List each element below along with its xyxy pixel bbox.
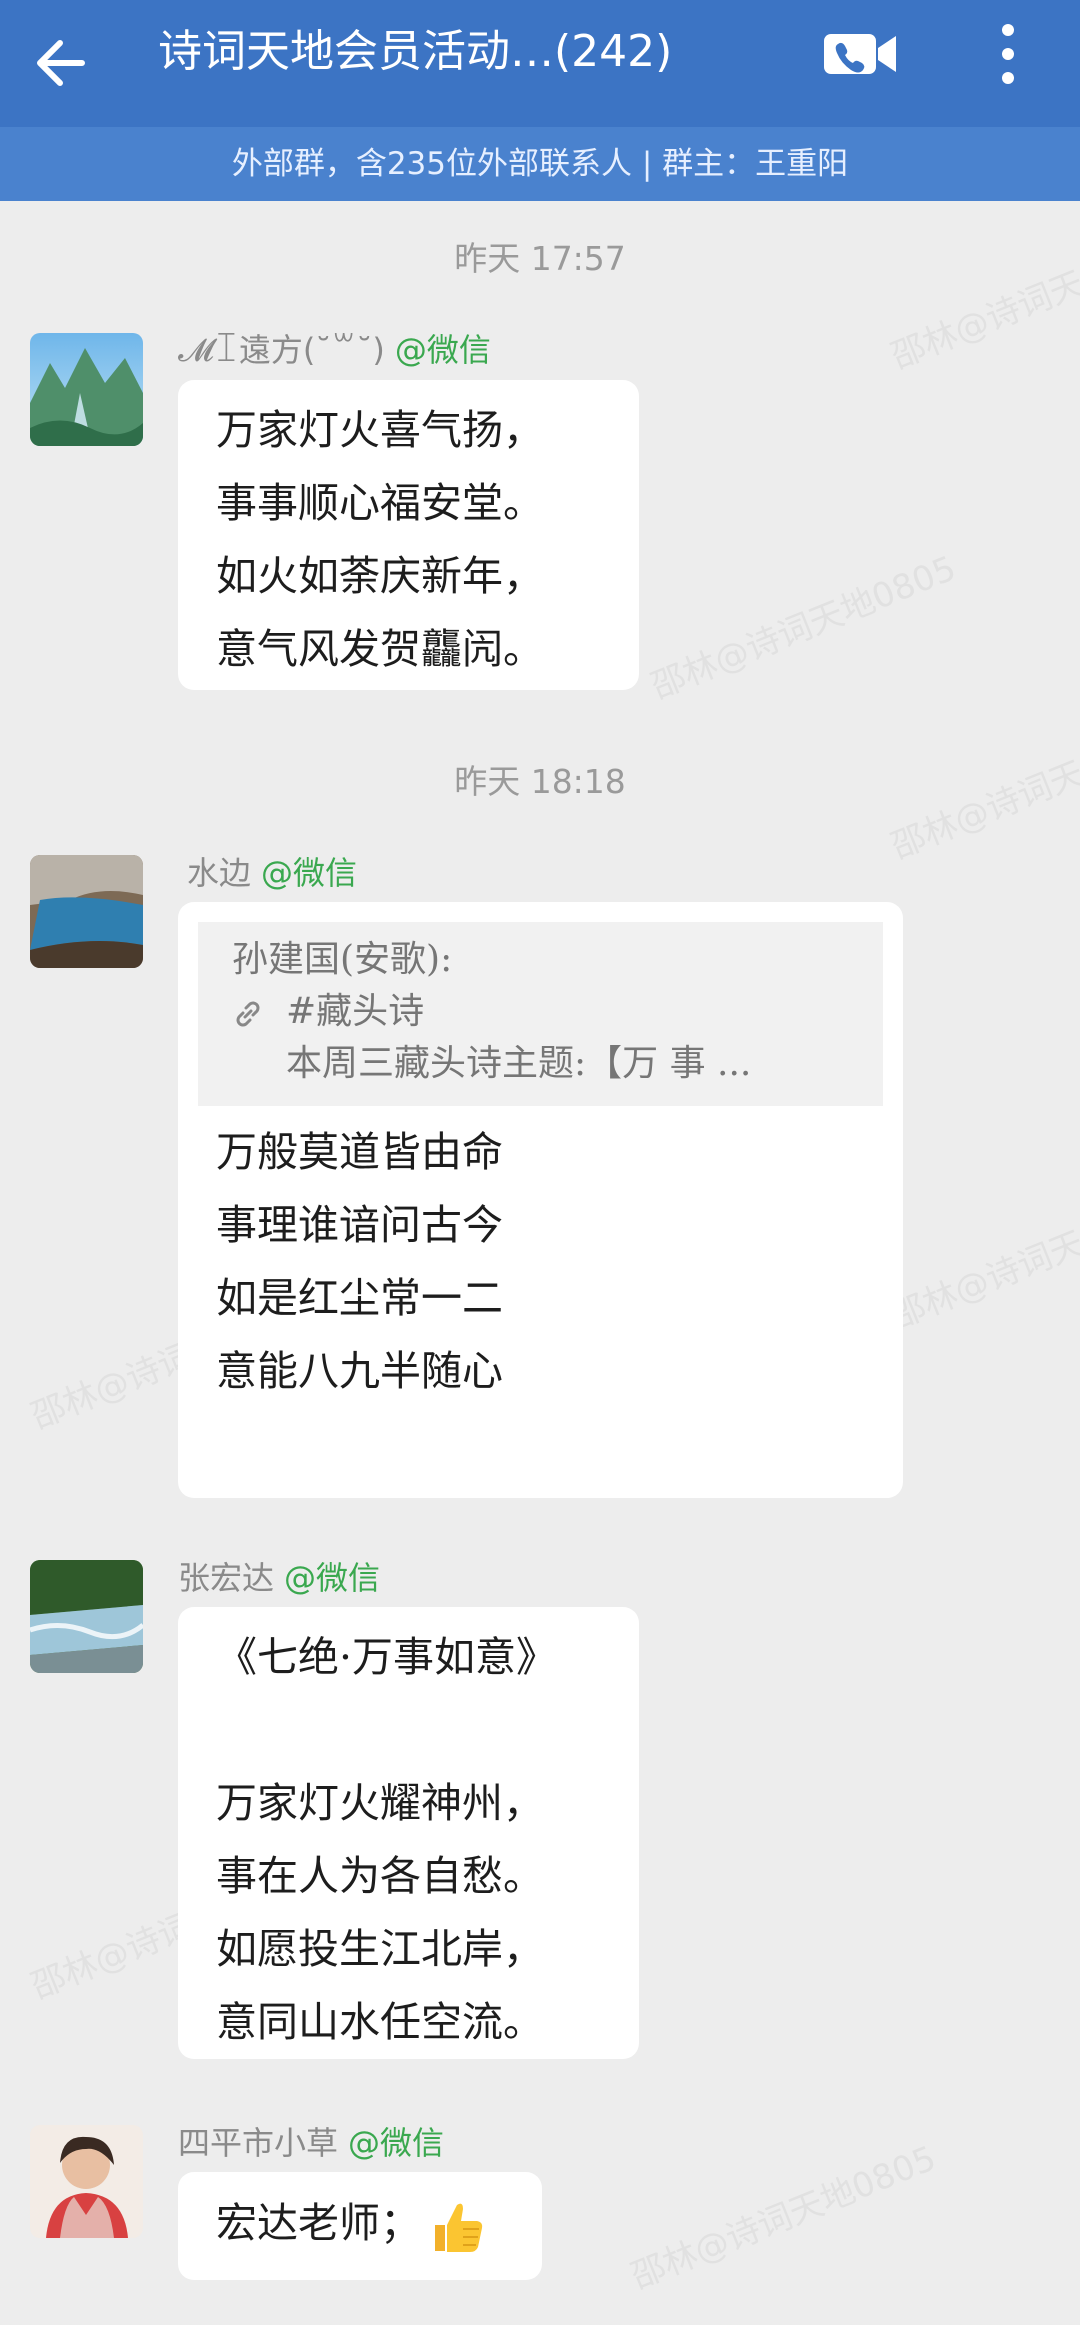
avatar[interactable] xyxy=(30,1560,143,1673)
message-line: 意同山水任空流。 xyxy=(216,1998,544,2046)
wechat-tag: @微信 xyxy=(348,2124,445,2162)
quote-tag-row: #藏头诗 xyxy=(232,986,849,1038)
wechat-tag: @微信 xyxy=(284,1559,381,1597)
watermark: 邵林@诗词天地0805 xyxy=(645,548,962,708)
sender-name-text: 𝓜ꀤ遠方(˘꒳˘) xyxy=(178,331,385,369)
sender-name: 𝓜ꀤ遠方(˘꒳˘) @微信 xyxy=(178,325,491,371)
sender-name-text: 水边 xyxy=(187,854,252,892)
quote-tag: #藏头诗 xyxy=(286,991,425,1032)
message-line: 意能八九半随心 xyxy=(216,1347,503,1395)
watermark: 邵林@诗词天地0805 xyxy=(885,1178,1080,1338)
message-line: 如是红尘常一二 xyxy=(216,1274,503,1322)
message-line: 事在人为各自愁。 xyxy=(216,1852,544,1900)
sender-name-text: 张宏达 xyxy=(178,1559,275,1597)
message-text: 宏达老师； xyxy=(216,2199,421,2247)
link-icon xyxy=(236,1001,260,1027)
message-line: 如火如荼庆新年， xyxy=(216,552,544,600)
message-bubble[interactable]: 孙建国(安歌): #藏头诗 本周三藏头诗主题:【万 事 ... 万般莫道皆由命 … xyxy=(178,902,903,1498)
message-bubble[interactable]: 宏达老师； xyxy=(178,2172,542,2280)
message-line: 宏达老师； xyxy=(216,2187,504,2260)
message-line: 事事顺心福安堂。 xyxy=(216,479,544,527)
message-line: 如愿投生江北岸， xyxy=(216,1925,544,1973)
message-line: 事理谁谙问古今 xyxy=(216,1201,503,1249)
sender-name: 水边 @微信 xyxy=(187,848,357,894)
avatar[interactable] xyxy=(30,855,143,968)
video-call-icon[interactable] xyxy=(822,28,898,80)
more-vertical-icon[interactable] xyxy=(990,22,1026,86)
message-line: 万般莫道皆由命 xyxy=(216,1128,503,1176)
chat-header: 诗词天地会员活动…(242) xyxy=(0,0,1080,127)
quote-preview: 本周三藏头诗主题:【万 事 ... xyxy=(286,1043,752,1084)
group-info-bar[interactable]: 外部群，含235位外部联系人 | 群主：王重阳 xyxy=(0,127,1080,201)
watermark: 邵林@诗词天地0805 xyxy=(625,2138,942,2298)
avatar[interactable] xyxy=(30,2125,143,2238)
back-arrow-icon[interactable] xyxy=(30,28,100,98)
message-line: 《七绝·万事如意》 xyxy=(216,1633,558,1681)
timestamp: 昨天 17:57 xyxy=(454,239,626,278)
message-bubble[interactable]: 《七绝·万事如意》 万家灯火耀神州， 事在人为各自愁。 如愿投生江北岸， 意同山… xyxy=(178,1607,639,2059)
wechat-tag: @微信 xyxy=(394,331,491,369)
quote-author: 孙建国(安歌): xyxy=(232,939,453,980)
wechat-tag: @微信 xyxy=(261,854,358,892)
message-line: 万家灯火喜气扬， xyxy=(216,406,544,454)
quoted-message[interactable]: 孙建国(安歌): #藏头诗 本周三藏头诗主题:【万 事 ... xyxy=(198,922,883,1106)
message-bubble[interactable]: 万家灯火喜气扬， 事事顺心福安堂。 如火如荼庆新年， 意气风发贺龘闶。 xyxy=(178,380,639,690)
message-line: 万家灯火耀神州， xyxy=(216,1779,544,1827)
message-line: 意气风发贺龘闶。 xyxy=(216,625,544,673)
avatar[interactable] xyxy=(30,333,143,446)
sender-name: 张宏达 @微信 xyxy=(178,1553,380,1599)
sender-name-text: 四平市小草 xyxy=(178,2124,339,2162)
timestamp: 昨天 18:18 xyxy=(454,762,626,801)
sender-name: 四平市小草 @微信 xyxy=(178,2118,444,2164)
thumbs-up-icon xyxy=(435,2203,483,2252)
chat-title[interactable]: 诗词天地会员活动…(242) xyxy=(158,24,672,80)
